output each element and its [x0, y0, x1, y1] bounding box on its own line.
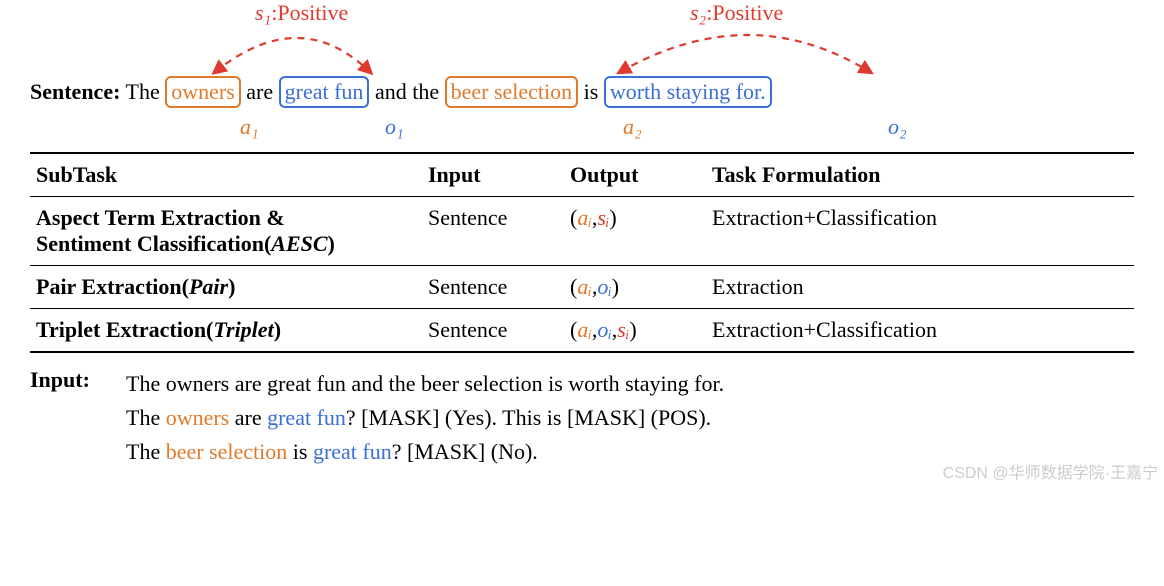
o2-label: o₂: [888, 114, 907, 140]
subtask-suffix: ): [228, 274, 235, 299]
subtask-text: Pair Extraction(: [36, 274, 189, 299]
subtask-em: Triplet: [213, 317, 273, 342]
input-label: Input:: [30, 367, 126, 469]
subtask-cell: Pair Extraction(Pair): [30, 266, 422, 309]
subtask-em: Pair: [189, 274, 228, 299]
formulation-cell: Extraction+Classification: [706, 197, 1134, 266]
l2b: are: [229, 405, 267, 430]
input-cell: Sentence: [422, 309, 564, 353]
output-cell: (aᵢ,sᵢ): [564, 197, 706, 266]
hdr-subtask: SubTask: [30, 153, 422, 197]
w-the1: The: [126, 79, 160, 104]
table-header-row: SubTask Input Output Task Formulation: [30, 153, 1134, 197]
arc-label-s2: s₂:Positive: [690, 0, 783, 26]
l2c: ? [MASK] (Yes). This is [MASK] (POS).: [346, 405, 711, 430]
aspect-2-box: beer selection: [445, 76, 579, 108]
hdr-formulation: Task Formulation: [706, 153, 1134, 197]
input-body: The owners are great fun and the beer se…: [126, 367, 1134, 469]
formulation-cell: Extraction: [706, 266, 1134, 309]
watermark: CSDN @华师数据学院·王嘉宁: [943, 459, 1158, 483]
opinion-2-box: worth staying for.: [604, 76, 772, 108]
hdr-output: Output: [564, 153, 706, 197]
aspect-1-box: owners: [165, 76, 241, 108]
l3-beer: beer selection: [166, 439, 288, 464]
output-cell: (aᵢ,oᵢ): [564, 266, 706, 309]
input-cell: Sentence: [422, 197, 564, 266]
l3b: is: [287, 439, 313, 464]
formulation-cell: Extraction+Classification: [706, 309, 1134, 353]
l2a: The: [126, 405, 166, 430]
sentence-label: Sentence:: [30, 79, 120, 104]
w-is: is: [584, 79, 599, 104]
l3c: ? [MASK] (No).: [392, 439, 538, 464]
out-o: oᵢ: [597, 317, 611, 342]
out-a: aᵢ: [577, 317, 591, 342]
s1-sym: s₁: [255, 0, 271, 25]
subtask-cell: Aspect Term Extraction & Sentiment Class…: [30, 197, 422, 266]
opinion-1-box: great fun: [279, 76, 370, 108]
subtask-text: Aspect Term Extraction &: [36, 205, 285, 230]
table-row: Triplet Extraction(Triplet) Sentence (aᵢ…: [30, 309, 1134, 353]
subtask-em: AESC: [271, 231, 327, 256]
out-a: aᵢ: [577, 205, 591, 230]
a2-label: a₂: [623, 114, 642, 140]
a1-label: a₁: [240, 114, 259, 140]
table-row: Pair Extraction(Pair) Sentence (aᵢ,oᵢ) E…: [30, 266, 1134, 309]
l2-greatfun: great fun: [267, 405, 346, 430]
hdr-input: Input: [422, 153, 564, 197]
s2-sym: s₂: [690, 0, 706, 25]
table-row: Aspect Term Extraction & Sentiment Class…: [30, 197, 1134, 266]
s2-pos: :Positive: [706, 0, 783, 25]
subtask-cell: Triplet Extraction(Triplet): [30, 309, 422, 353]
out-o: oᵢ: [597, 274, 611, 299]
out-s: sᵢ: [597, 205, 609, 230]
l3-greatfun: great fun: [313, 439, 392, 464]
subtask-table: SubTask Input Output Task Formulation As…: [30, 152, 1134, 353]
out-s: sᵢ: [617, 317, 629, 342]
input-cell: Sentence: [422, 266, 564, 309]
o1-label: o₁: [385, 114, 404, 140]
subtask-text2: Sentiment Classification(: [36, 231, 271, 256]
subtask-text: Triplet Extraction(: [36, 317, 213, 342]
sentence-row: Sentence: The owners are great fun and t…: [30, 75, 1134, 108]
w-and-the: and the: [375, 79, 439, 104]
l2-owners: owners: [166, 405, 230, 430]
output-cell: (aᵢ,oᵢ,sᵢ): [564, 309, 706, 353]
sentence-sublabels: a₁ o₁ a₂ o₂: [30, 114, 1134, 148]
subtask-suffix: ): [328, 231, 335, 256]
s1-pos: :Positive: [271, 0, 348, 25]
subtask-suffix: ): [274, 317, 281, 342]
input-line1: The owners are great fun and the beer se…: [126, 371, 724, 396]
relation-arcs: [0, 6, 1100, 80]
l3a: The: [126, 439, 166, 464]
w-are: are: [246, 79, 273, 104]
out-a: aᵢ: [577, 274, 591, 299]
arc-label-s1: s₁:Positive: [255, 0, 348, 26]
input-block: Input: The owners are great fun and the …: [30, 367, 1134, 469]
